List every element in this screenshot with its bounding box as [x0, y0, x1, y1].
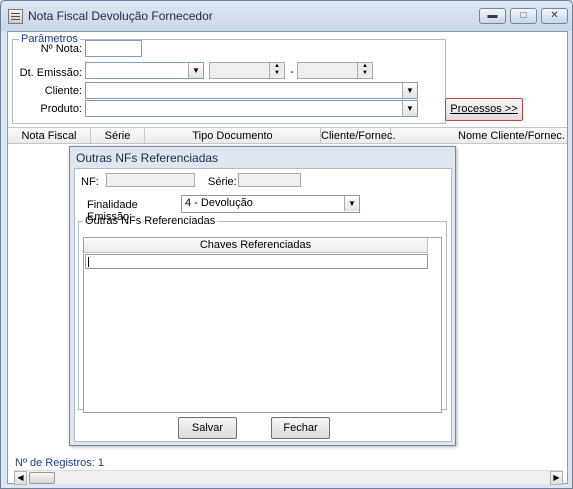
column-header[interactable]: Série — [91, 128, 145, 144]
serie-field — [238, 173, 301, 187]
dialog-title: Outras NFs Referenciadas — [76, 151, 219, 165]
records-count: Nº de Registros: 1 — [15, 457, 104, 469]
chevron-down-icon[interactable]: ▼ — [188, 63, 203, 78]
table-row[interactable] — [85, 254, 428, 269]
scroll-right-icon[interactable]: ▶ — [550, 471, 563, 485]
date-from-picker[interactable]: ▲ ▼ — [209, 62, 285, 79]
date-to-picker[interactable]: ▲ ▼ — [297, 62, 373, 79]
nota-label: Nº Nota: — [40, 43, 82, 55]
nota-input[interactable] — [85, 40, 142, 57]
grid-header: Nota Fiscal Série Tipo Documento Cliente… — [8, 127, 567, 144]
produto-dropdown[interactable]: ▼ — [85, 100, 418, 117]
close-button[interactable]: Fechar — [271, 417, 330, 439]
scroll-left-icon[interactable]: ◀ — [14, 471, 27, 485]
chevron-down-icon[interactable]: ▼ — [344, 196, 359, 211]
referenced-nfs-dialog: Outras NFs Referenciadas NF: Série: Fina… — [69, 146, 456, 446]
scroll-thumb[interactable] — [29, 472, 55, 484]
column-header[interactable]: Tipo Documento — [145, 128, 321, 144]
window-title: Nota Fiscal Devolução Fornecedor — [28, 9, 213, 23]
column-header[interactable]: Nome Cliente/Fornec. — [391, 128, 567, 144]
emissao-label: Dt. Emissão: — [19, 67, 82, 79]
finalidade-dropdown[interactable]: 4 - Devolução ▼ — [181, 195, 360, 213]
title-bar[interactable]: Nota Fiscal Devolução Fornecedor ▬ □ ✕ — [1, 1, 572, 31]
referenced-keys-grid[interactable]: Chaves Referenciadas — [83, 237, 442, 413]
column-header[interactable]: Cliente/Fornec. — [321, 128, 396, 144]
cliente-label: Cliente: — [44, 85, 82, 97]
nf-field — [106, 173, 195, 187]
spin-updown-icon[interactable]: ▲ ▼ — [357, 63, 372, 78]
column-header[interactable]: Nota Fiscal — [8, 128, 91, 144]
main-window: Nota Fiscal Devolução Fornecedor ▬ □ ✕ P… — [0, 0, 573, 489]
chevron-down-icon[interactable]: ▼ — [402, 101, 417, 116]
serie-label: Série: — [208, 176, 237, 188]
maximize-icon[interactable]: □ — [510, 8, 537, 24]
produto-label: Produto: — [40, 103, 82, 115]
dialog-body: NF: Série: Finalidade Emissão: 4 - Devol… — [74, 168, 452, 442]
horizontal-scrollbar[interactable]: ◀ ▶ — [14, 470, 563, 485]
date-separator: - — [290, 66, 294, 78]
emissao-dropdown[interactable]: ▼ — [85, 62, 204, 79]
cliente-dropdown[interactable]: ▼ — [85, 82, 418, 99]
close-icon[interactable]: ✕ — [541, 8, 568, 24]
column-header[interactable]: Chaves Referenciadas — [84, 238, 428, 253]
chevron-down-icon[interactable]: ▼ — [402, 83, 417, 98]
spin-updown-icon[interactable]: ▲ ▼ — [269, 63, 284, 78]
nf-label: NF: — [81, 176, 99, 188]
save-button[interactable]: Salvar — [178, 417, 237, 439]
text-caret — [88, 257, 89, 267]
referenced-nfs-group: Outras NFs Referenciadas Chaves Referenc… — [78, 215, 447, 413]
processos-button[interactable]: Processos >> — [445, 98, 523, 121]
referenced-nfs-legend: Outras NFs Referenciadas — [85, 215, 216, 227]
finalidade-value: 4 - Devolução — [185, 197, 253, 209]
app-icon — [8, 9, 23, 24]
minimize-icon[interactable]: ▬ — [479, 8, 506, 24]
